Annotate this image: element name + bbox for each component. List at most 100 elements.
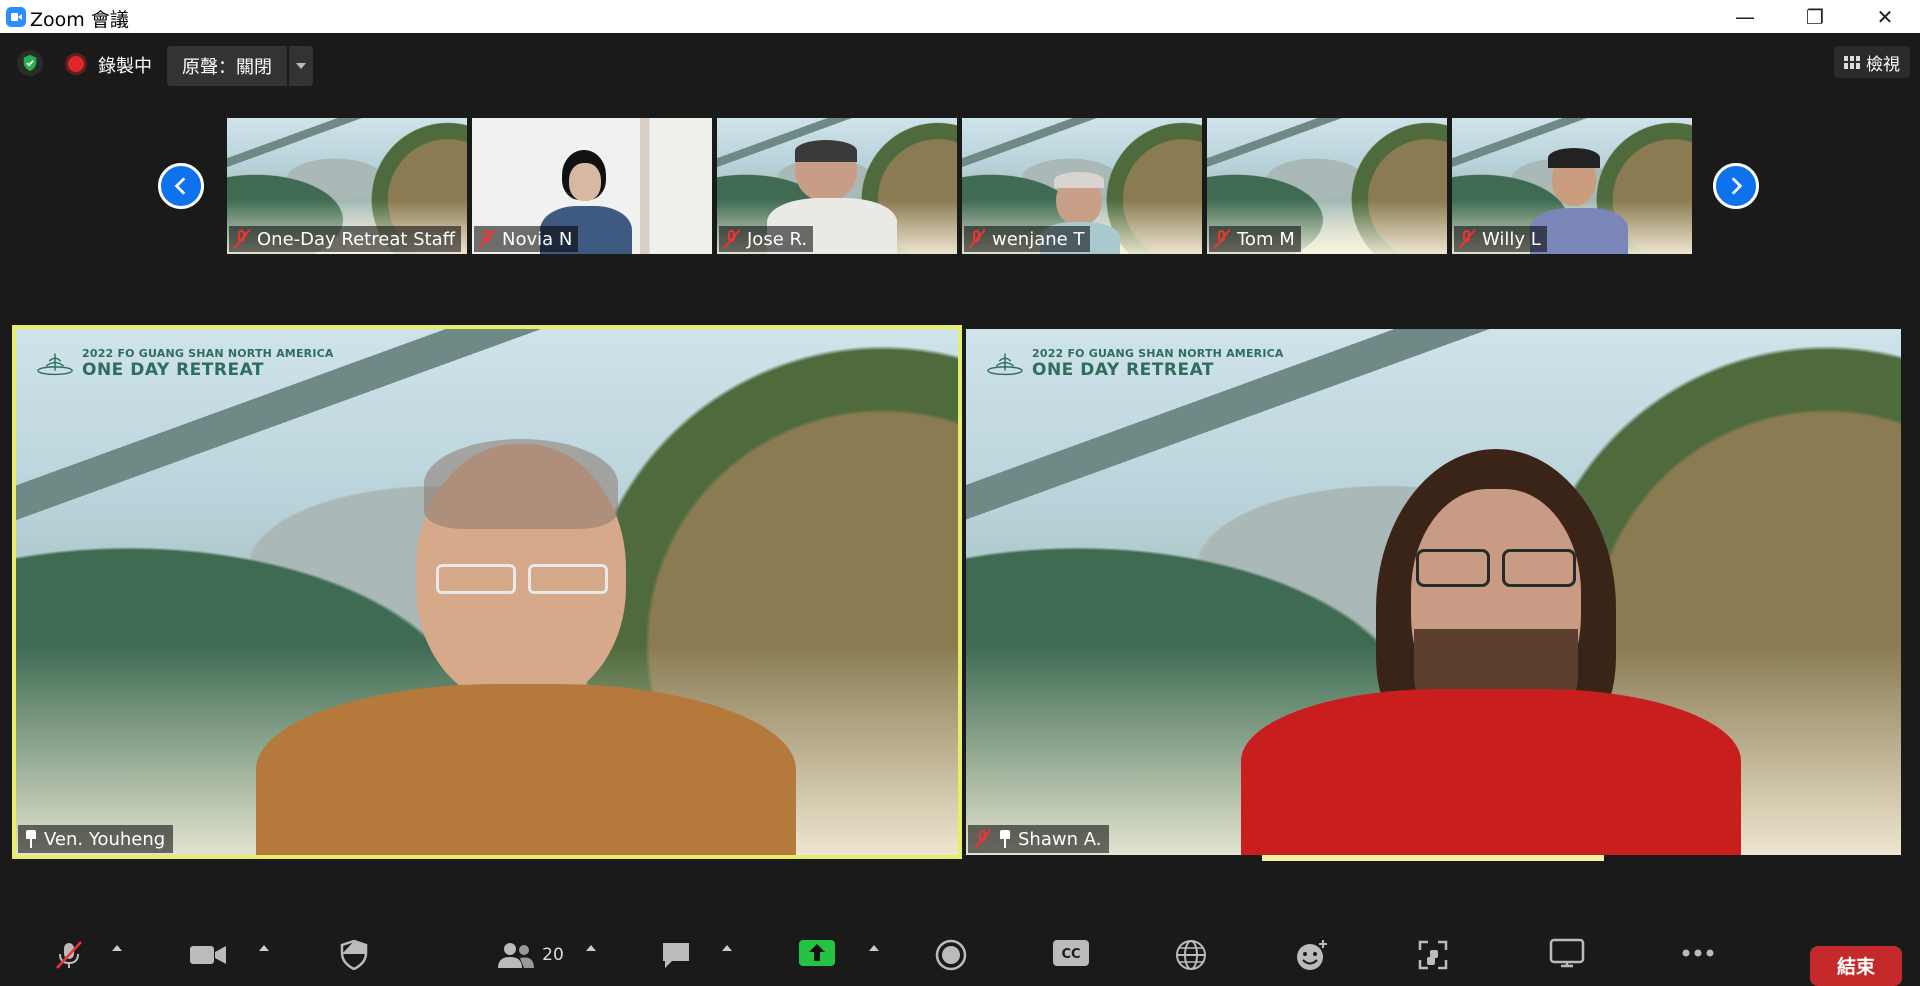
grid-view-icon [1844,55,1860,69]
participant-name-tag: Shawn A. [968,825,1110,853]
participant-thumbnail[interactable]: One-Day Retreat Staff [227,118,467,254]
chat-options-caret[interactable] [721,942,732,952]
audio-level-indicator [1262,855,1604,861]
participant-name: Ven. Youheng [44,828,166,850]
mute-button[interactable] [52,938,86,972]
chevron-right-icon [1731,177,1743,195]
share-screen-button[interactable] [798,938,836,968]
speaker-name-tag: Ven. Youheng [18,825,174,853]
apps-button[interactable] [1416,938,1450,972]
encryption-shield-icon[interactable] [17,50,43,76]
participant-name: Tom M [1237,228,1295,250]
record-icon [935,939,967,971]
participant-thumbnail[interactable]: Jose R. [717,118,957,254]
security-shield-icon [340,940,368,970]
participant-name: wenjane T [992,228,1085,250]
recording-icon[interactable] [68,56,84,72]
video-tile[interactable]: 2022 FO GUANG SHAN NORTH AMERICA ONE DAY… [966,329,1901,855]
speaker-glasses-right [528,564,608,594]
event-branding: 2022 FO GUANG SHAN NORTH AMERICA ONE DAY… [986,347,1284,380]
speaker-shaved-head [424,439,618,529]
original-sound-dropdown[interactable] [289,46,313,86]
participant-thumbnail[interactable]: Willy L [1452,118,1692,254]
more-button[interactable] [1680,938,1716,968]
speaker-glasses-left [436,564,516,594]
participant-hair [1054,172,1104,188]
chat-bubble-icon [663,943,689,968]
brand-subtitle: 2022 FO GUANG SHAN NORTH AMERICA [1032,347,1284,360]
participant-face [569,163,601,201]
video-options-caret[interactable] [258,942,269,952]
reactions-smiley-icon [1297,940,1327,970]
video-tile-active-speaker[interactable]: 2022 FO GUANG SHAN NORTH AMERICA ONE DAY… [12,325,962,859]
participant-count: 20 [542,945,564,965]
whiteboard-button[interactable] [1548,938,1586,968]
participant-name: Willy L [1482,228,1541,250]
participant-shirt [1241,689,1741,855]
interpretation-button[interactable] [1174,938,1208,972]
security-button[interactable] [338,938,370,972]
mic-muted-icon [56,941,82,969]
share-screen-icon [799,940,835,966]
mic-muted-icon [478,229,496,249]
minimize-button[interactable]: — [1710,0,1780,33]
participants-button[interactable]: 20 [490,938,570,972]
mic-muted-icon [968,229,986,249]
participant-name-tag: One-Day Retreat Staff [229,226,462,252]
view-button[interactable]: 檢視 [1834,46,1910,78]
record-button[interactable] [934,938,968,972]
participant-thumbnail[interactable]: Novia N [472,118,712,254]
mic-muted-icon [723,229,741,249]
video-camera-icon [190,946,226,964]
participants-options-caret[interactable] [585,942,596,952]
participant-name-tag: Willy L [1454,226,1547,252]
participant-name-tag: Tom M [1209,226,1301,252]
mic-muted-icon [1213,229,1231,249]
fgs-logo-icon [37,353,73,375]
next-page-button[interactable] [1713,163,1759,209]
participant-hair [795,140,857,162]
captions-button[interactable]: CC [1052,938,1090,968]
window-title: Zoom 會議 [30,9,129,31]
participant-thumbnail[interactable]: wenjane T [962,118,1202,254]
mic-muted-icon [974,829,992,849]
fgs-logo-icon [987,353,1023,375]
chevron-left-icon [174,177,186,195]
chat-button[interactable] [658,938,694,972]
mic-muted-icon [1458,229,1476,249]
participant-thumbnail[interactable]: Tom M [1207,118,1447,254]
mic-muted-icon [233,229,251,249]
reactions-button[interactable] [1294,938,1332,972]
participant-name-tag: Jose R. [719,226,814,252]
original-sound-button[interactable]: 原聲：關閉 [167,46,287,86]
participant-hair [1548,148,1600,168]
share-options-caret[interactable] [868,942,879,952]
participants-icon [498,943,535,968]
prev-page-button[interactable] [158,163,204,209]
brand-subtitle: 2022 FO GUANG SHAN NORTH AMERICA [82,347,334,360]
event-branding: 2022 FO GUANG SHAN NORTH AMERICA ONE DAY… [36,347,334,380]
participant-glasses-right [1502,549,1576,587]
participant-name: Novia N [502,228,573,250]
participant-name: Shawn A. [1018,828,1102,850]
closed-caption-icon: CC [1053,940,1089,966]
close-button[interactable]: ✕ [1850,0,1920,33]
end-meeting-button[interactable]: 結束 [1810,946,1902,986]
restore-button[interactable]: ❐ [1780,0,1850,33]
video-button[interactable] [188,938,228,972]
zoom-app-icon [6,7,26,27]
title-bar: Zoom 會議 — ❐ ✕ [0,0,1920,33]
globe-icon [1176,940,1206,970]
audio-options-caret[interactable] [111,942,122,952]
participant-name: Jose R. [747,228,808,250]
pin-icon [24,829,38,849]
more-dots-icon [1682,949,1714,957]
view-label: 檢視 [1866,54,1900,75]
brand-title: ONE DAY RETREAT [1032,360,1215,380]
participant-name-tag: wenjane T [964,226,1091,252]
recording-label[interactable]: 錄製中 [98,52,152,78]
participant-name: One-Day Retreat Staff [257,228,456,250]
participant-glasses-left [1416,549,1490,587]
apps-focus-icon [1418,940,1448,970]
svg-text:CC: CC [1061,947,1080,962]
